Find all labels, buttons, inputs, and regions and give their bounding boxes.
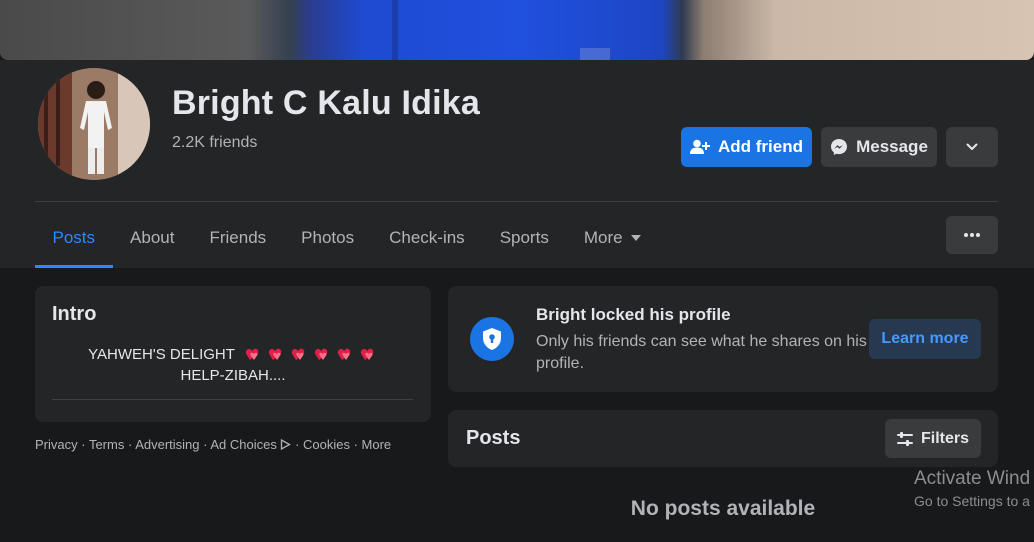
bio-text: YAHWEH'S DELIGHT bbox=[88, 346, 235, 363]
add-friend-button[interactable]: Add friend bbox=[681, 127, 812, 167]
messenger-icon bbox=[831, 139, 848, 155]
heart-icon bbox=[360, 348, 374, 360]
locked-title: Bright locked his profile bbox=[536, 305, 731, 324]
footer-link-advertising[interactable]: Advertising bbox=[135, 437, 199, 452]
tab-photos[interactable]: Photos bbox=[284, 208, 372, 268]
chevron-down-icon bbox=[966, 143, 978, 150]
cover-photo[interactable] bbox=[0, 0, 1034, 60]
add-friend-label: Add friend bbox=[718, 137, 803, 156]
profile-options-dropdown[interactable] bbox=[946, 127, 998, 167]
intro-bio: YAHWEH'S DELIGHT HELP-ZIBAH.... bbox=[35, 344, 431, 386]
header-divider bbox=[35, 201, 998, 202]
learn-more-button[interactable]: Learn more bbox=[869, 319, 981, 359]
heart-icon bbox=[245, 348, 259, 360]
filters-icon bbox=[896, 431, 913, 446]
ad-choices-icon bbox=[281, 438, 292, 451]
footer-link-ad-choices[interactable]: Ad Choices bbox=[210, 437, 276, 452]
tab-label: About bbox=[130, 228, 175, 247]
more-options-button[interactable] bbox=[946, 216, 998, 254]
heart-icon bbox=[337, 348, 351, 360]
tab-label: Check-ins bbox=[389, 228, 465, 247]
tab-about[interactable]: About bbox=[113, 208, 192, 268]
profile-avatar[interactable] bbox=[38, 68, 150, 180]
ellipsis-icon bbox=[964, 233, 980, 237]
heart-icon bbox=[314, 348, 328, 360]
filters-label: Filters bbox=[920, 429, 969, 447]
footer-link-cookies[interactable]: Cookies bbox=[303, 437, 350, 452]
tab-friends[interactable]: Friends bbox=[192, 208, 284, 268]
intro-bio-line2: HELP-ZIBAH.... bbox=[180, 367, 286, 384]
tab-label: Photos bbox=[301, 228, 355, 247]
footer-link-more[interactable]: More bbox=[362, 437, 392, 452]
watermark-line2: Go to Settings to a bbox=[914, 493, 1030, 509]
filters-button[interactable]: Filters bbox=[885, 419, 981, 458]
tab-label: Sports bbox=[499, 228, 549, 247]
shield-lock-icon bbox=[470, 317, 514, 361]
locked-description: Only his friends can see what he shares … bbox=[536, 333, 867, 372]
locked-profile-card: Bright locked his profile Only his frien… bbox=[448, 286, 998, 392]
tab-sports[interactable]: Sports bbox=[482, 208, 566, 268]
friends-count[interactable]: 2.2K friends bbox=[172, 134, 257, 152]
message-button[interactable]: Message bbox=[821, 127, 937, 167]
watermark-line1: Activate Wind bbox=[914, 468, 1031, 489]
posts-title: Posts bbox=[466, 427, 521, 449]
tab-label: Friends bbox=[209, 228, 267, 247]
tab-label: Posts bbox=[52, 228, 96, 247]
intro-divider bbox=[52, 399, 413, 400]
footer-link-terms[interactable]: Terms bbox=[89, 437, 124, 452]
heart-icon bbox=[291, 348, 305, 360]
posts-card: Posts Filters bbox=[448, 410, 998, 467]
footer-link-privacy[interactable]: Privacy bbox=[35, 437, 78, 452]
add-friend-icon bbox=[690, 139, 710, 154]
intro-bio-line1: YAHWEH'S DELIGHT bbox=[35, 344, 431, 365]
activate-windows-watermark: Activate Wind Go to Settings to a bbox=[914, 468, 1030, 509]
caret-down-icon bbox=[630, 235, 641, 241]
intro-card: Intro YAHWEH'S DELIGHT HELP-ZIBAH.... bbox=[35, 286, 431, 422]
hearts-emoji bbox=[245, 347, 378, 361]
tab-check-ins[interactable]: Check-ins bbox=[372, 208, 483, 268]
profile-tabs: Posts About Friends Photos Check-ins Spo… bbox=[35, 208, 658, 268]
cover-detail bbox=[580, 48, 610, 60]
heart-icon bbox=[268, 348, 282, 360]
cover-fold bbox=[392, 0, 398, 60]
profile-name: Bright C Kalu Idika bbox=[172, 84, 480, 122]
footer-links: Privacy · Terms · Advertising · Ad Choic… bbox=[35, 437, 392, 452]
message-label: Message bbox=[856, 137, 928, 156]
tab-more[interactable]: More bbox=[566, 208, 658, 268]
learn-more-label: Learn more bbox=[881, 330, 969, 347]
intro-title: Intro bbox=[52, 303, 97, 325]
tab-label: More bbox=[583, 228, 623, 247]
tab-posts[interactable]: Posts bbox=[35, 208, 113, 268]
